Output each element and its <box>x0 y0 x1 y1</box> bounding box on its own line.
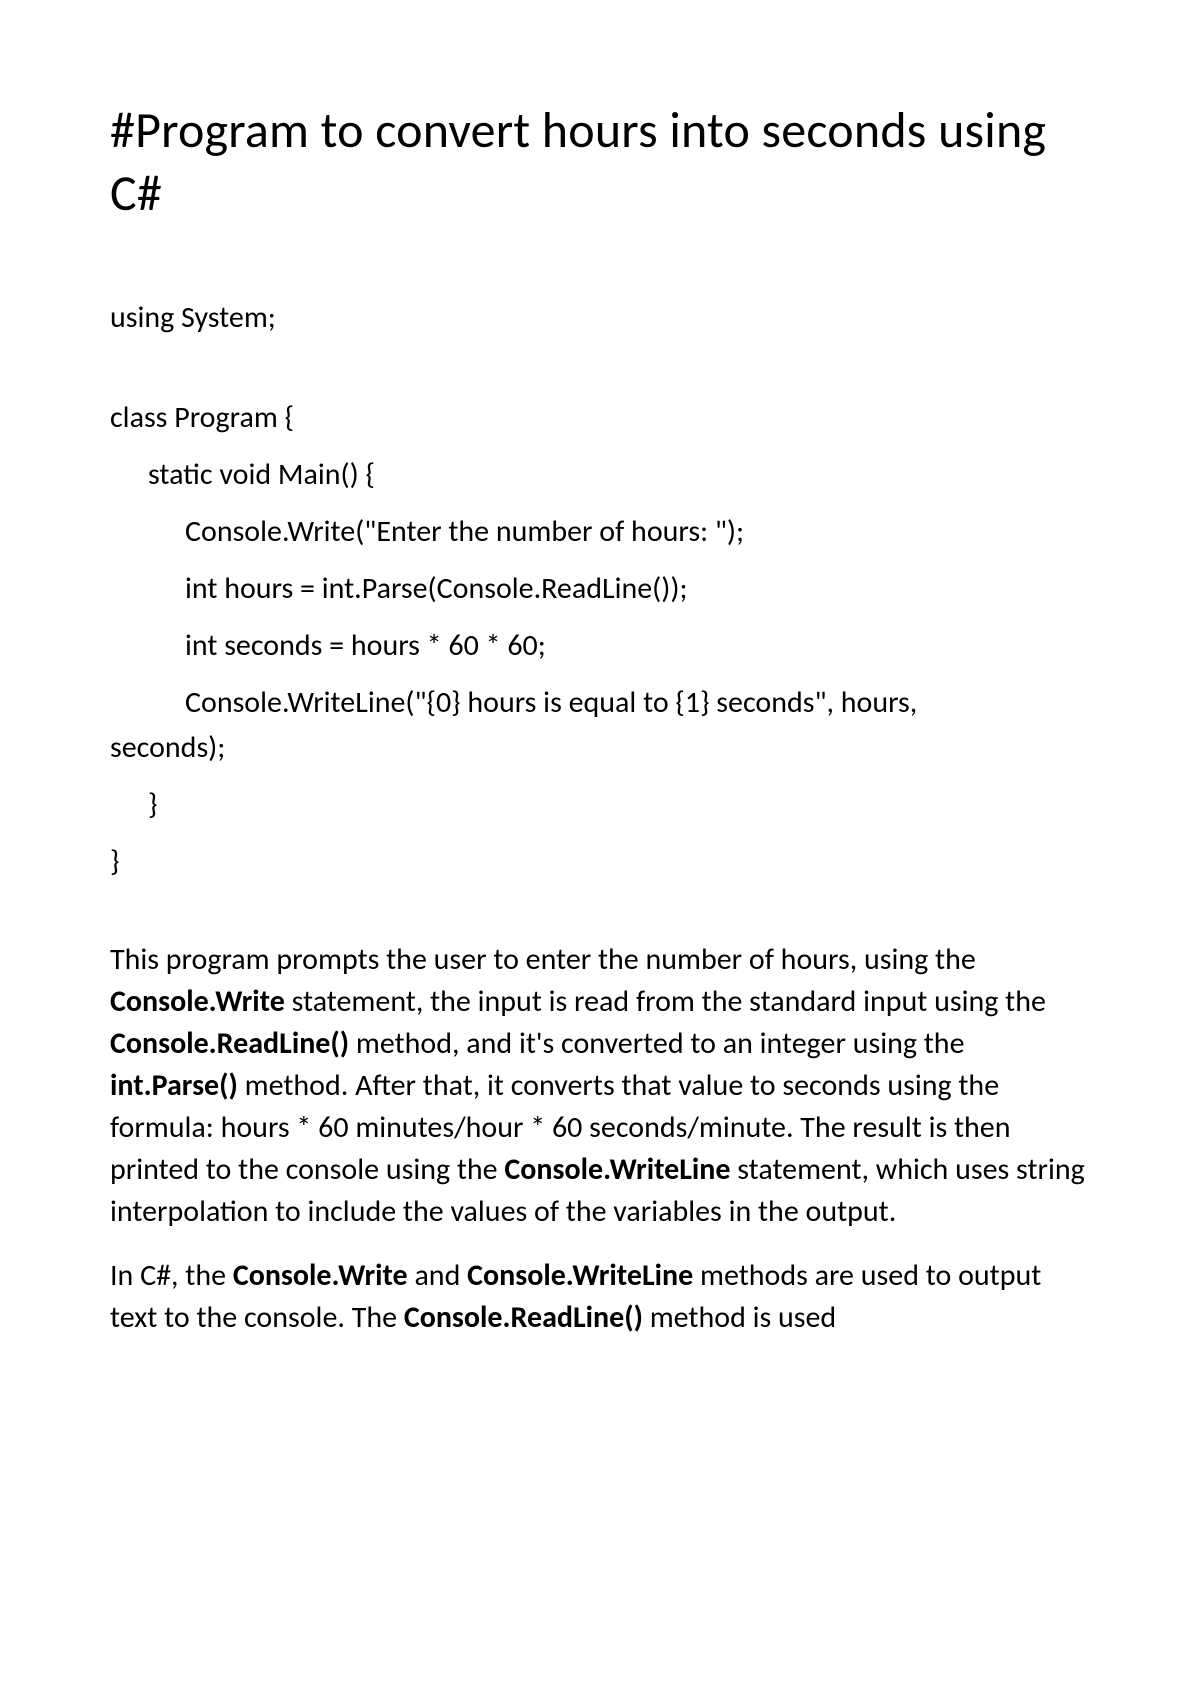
code-line: Console.WriteLine("{0} hours is equal to… <box>110 680 1090 725</box>
code-line: static void Main() { <box>110 452 1090 497</box>
bold-text: Console.WriteLine <box>467 1257 693 1294</box>
code-line: Console.Write("Enter the number of hours… <box>110 509 1090 554</box>
code-line: int hours = int.Parse(Console.ReadLine()… <box>110 566 1090 611</box>
code-line: } <box>110 782 1090 827</box>
bold-text: Console.ReadLine() <box>404 1299 643 1336</box>
bold-text: Console.WriteLine <box>504 1151 730 1188</box>
code-line: int seconds = hours * 60 * 60; <box>110 623 1090 668</box>
code-line: seconds); <box>110 725 1090 770</box>
paragraph-explanation-1: This program prompts the user to enter t… <box>110 939 1090 1233</box>
text-run: method, and it's converted to an integer… <box>349 1025 964 1062</box>
code-block: using System; class Program { static voi… <box>110 295 1090 884</box>
page-title: #Program to convert hours into seconds u… <box>110 100 1090 225</box>
paragraph-explanation-2: In C#, the Console.Write and Console.Wri… <box>110 1255 1090 1339</box>
code-line: using System; <box>110 295 1090 340</box>
text-run: statement, the input is read from the st… <box>285 983 1046 1020</box>
bold-text: Console.Write <box>233 1257 408 1294</box>
text-run: This program prompts the user to enter t… <box>110 941 976 978</box>
text-run: In C#, the <box>110 1257 233 1294</box>
bold-text: Console.Write <box>110 983 285 1020</box>
code-line: class Program { <box>110 395 1090 440</box>
bold-text: int.Parse() <box>110 1067 238 1104</box>
code-line: } <box>110 839 1090 884</box>
text-run: and <box>408 1257 467 1294</box>
bold-text: Console.ReadLine() <box>110 1025 349 1062</box>
text-run: method is used <box>643 1299 836 1336</box>
